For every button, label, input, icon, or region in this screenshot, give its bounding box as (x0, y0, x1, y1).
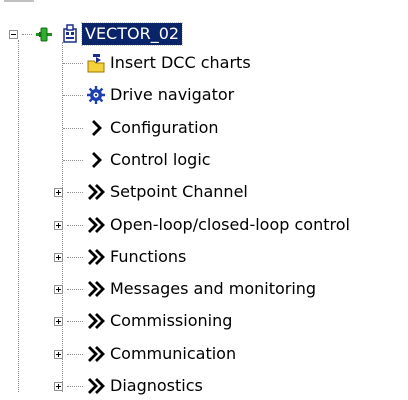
tree-expand-toggle[interactable] (54, 317, 63, 326)
tree-node-label: Messages and monitoring (110, 279, 317, 298)
tree-node-root[interactable]: VECTOR_02 (34, 20, 184, 48)
double-chevron-right-icon (86, 182, 106, 202)
tree-guide-branch (67, 225, 83, 226)
drive-navigator-icon (86, 85, 106, 105)
insert-dcc-chart-icon (86, 53, 106, 73)
tree-node[interactable]: Insert DCC charts (86, 49, 251, 77)
tree-expand-toggle[interactable] (54, 382, 63, 391)
tree-node-label: Open-loop/closed-loop control (110, 215, 350, 234)
double-chevron-right-icon (86, 279, 106, 299)
tree-node[interactable]: Configuration (86, 114, 219, 142)
tree-guide-vertical-root (18, 40, 19, 392)
tree-guide-branch (67, 289, 83, 290)
chevron-right-icon (86, 118, 106, 138)
connection-plug-icon (34, 24, 54, 44)
root-collapse-toggle[interactable] (9, 30, 18, 39)
tree-node[interactable]: Open-loop/closed-loop control (86, 211, 350, 239)
tree-node[interactable]: Communication (86, 340, 236, 368)
tree-node-label: Drive navigator (110, 85, 235, 104)
double-chevron-right-icon (86, 376, 106, 396)
double-chevron-right-icon (86, 344, 106, 364)
drive-device-icon (60, 24, 80, 44)
double-chevron-right-icon (86, 311, 106, 331)
tree-expand-toggle[interactable] (54, 285, 63, 294)
tree-node-label: Setpoint Channel (110, 182, 248, 201)
tree-guide-root (22, 34, 32, 35)
tree-guide-branch (63, 95, 83, 96)
tree-guide-branch (63, 128, 83, 129)
tree-guide-branch (63, 63, 83, 64)
tree-guide-branch (63, 160, 83, 161)
tree-node[interactable]: Setpoint Channel (86, 178, 248, 206)
tree-node-label: Control logic (110, 150, 211, 169)
tree-node-label: Insert DCC charts (110, 53, 251, 72)
tree-expand-toggle[interactable] (54, 350, 63, 359)
tree-node-label: Diagnostics (110, 376, 203, 395)
tree-node[interactable]: Messages and monitoring (86, 275, 316, 303)
tree-node-label: Functions (110, 247, 187, 266)
project-tree: VECTOR_02 Insert DCC charts Drive navigat… (0, 0, 408, 395)
tree-expand-toggle[interactable] (54, 188, 63, 197)
tree-node[interactable]: Commissioning (86, 307, 232, 335)
tree-node[interactable]: Drive navigator (86, 81, 234, 109)
tree-node[interactable]: Diagnostics (86, 372, 203, 400)
tree-node-label: Configuration (110, 118, 219, 137)
tree-guide-branch (67, 192, 83, 193)
tree-guide-branch (67, 354, 83, 355)
tree-top-edge (4, 0, 34, 2)
tree-expand-toggle[interactable] (54, 253, 63, 262)
double-chevron-right-icon (86, 247, 106, 267)
tree-node-label: Commissioning (110, 311, 233, 330)
tree-expand-toggle[interactable] (54, 221, 63, 230)
tree-node-root-label: VECTOR_02 (80, 22, 184, 46)
tree-guide-branch (67, 321, 83, 322)
tree-guide-branch (67, 257, 83, 258)
tree-guide-branch (67, 386, 83, 387)
tree-node[interactable]: Functions (86, 243, 186, 271)
tree-node[interactable]: Control logic (86, 146, 211, 174)
chevron-right-icon (86, 150, 106, 170)
double-chevron-right-icon (86, 215, 106, 235)
tree-node-label: Communication (110, 344, 237, 363)
